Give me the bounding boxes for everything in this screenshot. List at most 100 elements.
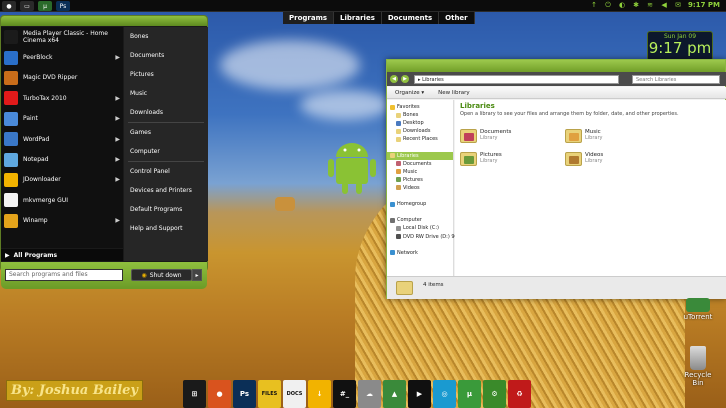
recycle-icon[interactable]: ♻ [508, 380, 531, 408]
organize-button[interactable]: Organize ▾ [395, 90, 424, 96]
settings-icon[interactable]: ⚙ [483, 380, 506, 408]
place-item[interactable]: Music [124, 84, 208, 103]
arrow-right-icon: ▶ [115, 217, 120, 225]
volume-icon[interactable]: ◀ [660, 1, 668, 9]
nav-item[interactable]: Libraries [387, 151, 453, 160]
wifi-icon[interactable]: ≋ [646, 1, 654, 9]
power-icon[interactable]: ⏻ [604, 1, 612, 9]
program-item[interactable]: TurboTax 2010 ▶ [1, 88, 123, 108]
program-item[interactable]: Winamp ▶ [1, 211, 123, 231]
media-player-icon[interactable]: ▶ [408, 380, 431, 408]
windows-icon[interactable]: ⊞ [183, 380, 206, 408]
firefox-icon[interactable]: ● [208, 380, 231, 408]
nav-item[interactable]: Local Disk (C:) [387, 224, 453, 232]
place-item[interactable]: Control Panel [124, 162, 208, 181]
nav-item[interactable]: Desktop [387, 119, 453, 127]
disc-icon[interactable]: ◎ [433, 380, 456, 408]
item-count: 4 items [423, 282, 444, 288]
utorrent-icon[interactable]: µ [38, 1, 52, 11]
place-item[interactable]: Computer [124, 142, 208, 161]
nav-item[interactable]: Music [387, 168, 453, 176]
folder-icon [396, 161, 401, 167]
download-icon[interactable]: ↓ [308, 380, 331, 408]
program-item[interactable]: Notepad ▶ [1, 149, 123, 169]
mail-icon[interactable]: ✉ [674, 1, 682, 9]
top-nav: Programs Libraries Documents Other [283, 12, 475, 24]
all-programs-button[interactable]: ▶ All Programs [1, 249, 123, 261]
photoshop-icon[interactable]: Ps [56, 1, 70, 11]
nav-programs[interactable]: Programs [283, 12, 335, 24]
nav-libraries[interactable]: Libraries [334, 12, 382, 24]
search-input[interactable]: Search programs and files [5, 269, 123, 281]
nav-item[interactable]: DVD RW Drive (D:) 90 [387, 233, 458, 241]
library-item[interactable]: Pictures Library [460, 152, 502, 166]
place-item[interactable]: Bones [124, 27, 208, 46]
start-menu-header [1, 16, 207, 26]
forward-icon[interactable]: ▶ [401, 75, 409, 83]
new-library-button[interactable]: New library [438, 90, 469, 96]
arrow-right-icon: ▶ [5, 251, 10, 259]
terminal-icon[interactable]: #_ [333, 380, 356, 408]
program-label: PeerBlock [23, 54, 53, 62]
nav-item[interactable]: Videos [387, 184, 453, 192]
nav-item[interactable]: Documents [387, 160, 453, 168]
desktop-icon-utorrent[interactable]: uTorrent [678, 298, 718, 321]
all-programs-label: All Programs [13, 251, 58, 259]
photoshop-icon[interactable]: Ps [233, 380, 256, 408]
nav-item[interactable]: Downloads [387, 127, 453, 135]
nav-item[interactable]: Bones [387, 111, 453, 119]
arrow-icon[interactable]: ↑ [590, 1, 598, 9]
address-field[interactable]: ▸ Libraries [414, 74, 619, 84]
folder-icon [396, 169, 401, 175]
globe-icon[interactable]: ◐ [618, 1, 626, 9]
nav-item[interactable]: Pictures [387, 176, 453, 184]
firefox-icon[interactable]: ● [2, 1, 16, 11]
program-item[interactable]: WordPad ▶ [1, 129, 123, 149]
desktop-icon-recycle-bin[interactable]: Recycle Bin [678, 346, 718, 387]
clock-gadget[interactable]: Sun Jan 09 9:17 pm [647, 31, 713, 61]
place-item[interactable]: Pictures [124, 65, 208, 84]
program-label: Magic DVD Ripper [23, 74, 78, 82]
nav-item[interactable]: Favorites [387, 103, 453, 111]
star-icon[interactable]: ✱ [632, 1, 640, 9]
docs-icon[interactable]: DOCS [283, 380, 306, 408]
place-item[interactable]: Devices and Printers [124, 181, 208, 200]
arrow-right-icon: ▶ [115, 156, 120, 164]
place-item[interactable]: Default Programs [124, 200, 208, 219]
search-field[interactable]: Search Libraries [632, 74, 720, 84]
library-icon [565, 129, 582, 143]
place-item[interactable]: Games [124, 123, 208, 142]
program-item[interactable]: JDownloader ▶ [1, 170, 123, 190]
place-item[interactable]: Documents [124, 46, 208, 65]
program-item[interactable]: Media Player Classic - Home Cinema x64 [1, 27, 123, 47]
program-item[interactable]: PeerBlock ▶ [1, 47, 123, 67]
nav-documents[interactable]: Documents [382, 12, 440, 24]
nav-label: Local Disk (C:) [403, 225, 439, 232]
library-item[interactable]: Music Library [565, 129, 602, 143]
place-item[interactable]: Help and Support [124, 219, 208, 238]
library-item[interactable]: Videos Library [565, 152, 603, 166]
back-icon[interactable]: ◀ [390, 75, 398, 83]
shutdown-options-button[interactable]: ▸ [192, 269, 202, 281]
weather-icon[interactable]: ☁ [358, 380, 381, 408]
winamp-icon [4, 213, 18, 228]
shutdown-button[interactable]: ◉ Shut down [131, 269, 192, 281]
program-item[interactable]: mkvmerge GUI [1, 190, 123, 210]
utorrent-icon[interactable]: µ [458, 380, 481, 408]
folder-icon [396, 120, 401, 126]
clock-time[interactable]: 9:17 PM [688, 1, 720, 9]
library-item[interactable]: Documents Library [460, 129, 511, 143]
image-viewer-icon[interactable]: ▲ [383, 380, 406, 408]
nav-item[interactable]: Recent Places [387, 135, 453, 143]
nav-item[interactable]: Network [387, 249, 453, 257]
nav-other[interactable]: Other [439, 12, 475, 24]
nav-label: Network [397, 249, 418, 256]
files-icon[interactable]: FILES [258, 380, 281, 408]
program-item[interactable]: Magic DVD Ripper [1, 68, 123, 88]
place-item[interactable]: Downloads [124, 103, 208, 122]
folder-icon[interactable]: ▭ [20, 1, 34, 11]
program-label: Winamp [23, 217, 48, 225]
nav-item[interactable]: Homegroup [387, 200, 453, 208]
nav-item[interactable]: Computer [387, 216, 453, 224]
program-item[interactable]: Paint ▶ [1, 109, 123, 129]
